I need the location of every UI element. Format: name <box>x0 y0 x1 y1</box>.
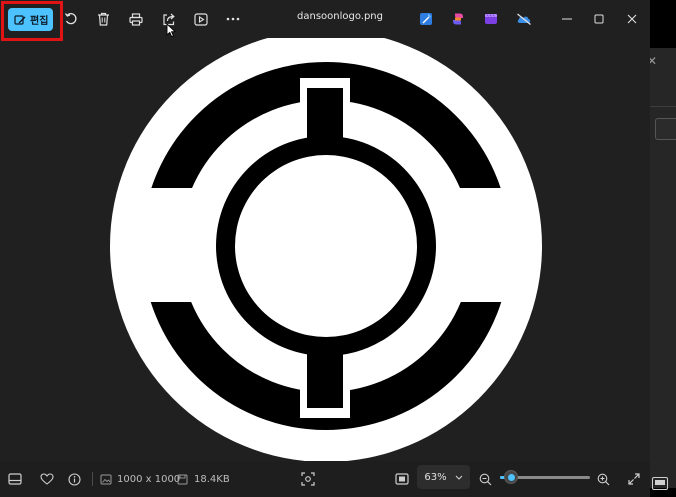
storage-icon <box>177 474 188 484</box>
slideshow-button[interactable] <box>189 7 213 31</box>
file-size: 18.4KB <box>194 473 230 485</box>
file-size-info: 18.4KB <box>177 469 230 489</box>
delete-button[interactable] <box>91 7 115 31</box>
onedrive-button[interactable] <box>512 7 536 31</box>
actual-size-button[interactable] <box>395 469 409 489</box>
trash-icon <box>97 12 109 26</box>
fit-screen-icon <box>301 472 315 486</box>
filmstrip-button[interactable] <box>8 469 22 489</box>
actual-size-icon <box>395 473 409 485</box>
zoom-out-icon <box>479 473 492 485</box>
maximize-icon <box>594 14 604 24</box>
mouse-cursor-icon <box>166 23 176 38</box>
background-window-icon[interactable] <box>652 477 668 490</box>
minimize-icon <box>562 18 572 20</box>
zoom-in-icon <box>597 473 610 485</box>
background-input-field[interactable] <box>655 118 676 140</box>
minimize-button[interactable] <box>555 7 579 31</box>
rotate-icon <box>64 13 77 25</box>
fit-to-window-button[interactable] <box>301 469 315 489</box>
full-screen-button[interactable] <box>628 469 640 489</box>
edit-button-highlight-box <box>1 1 63 41</box>
copilot-app-icon <box>453 13 463 25</box>
zoom-dropdown[interactable]: 63% <box>417 465 470 489</box>
zoom-in-button[interactable] <box>597 469 610 489</box>
window-title: dansoonlogo.png <box>297 11 383 22</box>
chevron-down-icon <box>455 475 462 480</box>
zoom-out-button[interactable] <box>479 469 492 489</box>
filmstrip-icon <box>8 473 22 485</box>
designer-app-icon <box>420 13 432 25</box>
favorite-button[interactable] <box>40 469 54 489</box>
zoom-level: 63% <box>424 471 447 483</box>
close-button[interactable] <box>620 7 644 31</box>
slideshow-icon <box>194 12 208 26</box>
clipchamp-app-icon <box>485 14 497 24</box>
toolbar: 편집 dansoonlogo.png <box>0 0 650 41</box>
screen: ✕ 편집 dansoonlogo.png 1000 x 1000 18.4KB … <box>0 0 676 497</box>
copilot-button[interactable] <box>446 7 470 31</box>
designer-button[interactable] <box>414 7 438 31</box>
print-icon <box>129 12 143 26</box>
more-icon <box>226 17 240 21</box>
image-dimensions-icon <box>100 474 112 484</box>
clipchamp-button[interactable] <box>479 7 503 31</box>
image-canvas[interactable] <box>0 30 650 462</box>
expand-icon <box>628 473 640 485</box>
logo-image <box>110 30 542 462</box>
info-icon <box>68 472 81 486</box>
dimensions-info: 1000 x 1000 <box>100 469 180 489</box>
heart-icon <box>40 473 54 485</box>
maximize-button[interactable] <box>587 7 611 31</box>
print-button[interactable] <box>124 7 148 31</box>
status-bar <box>0 461 650 497</box>
close-icon <box>627 14 637 24</box>
onedrive-icon <box>517 13 531 25</box>
file-info-button[interactable] <box>68 469 81 489</box>
image-dimensions: 1000 x 1000 <box>117 473 181 485</box>
status-divider <box>92 472 93 486</box>
photos-window: 편집 dansoonlogo.png 1000 x 1000 18.4KB 63… <box>0 0 650 497</box>
more-button[interactable] <box>221 7 245 31</box>
